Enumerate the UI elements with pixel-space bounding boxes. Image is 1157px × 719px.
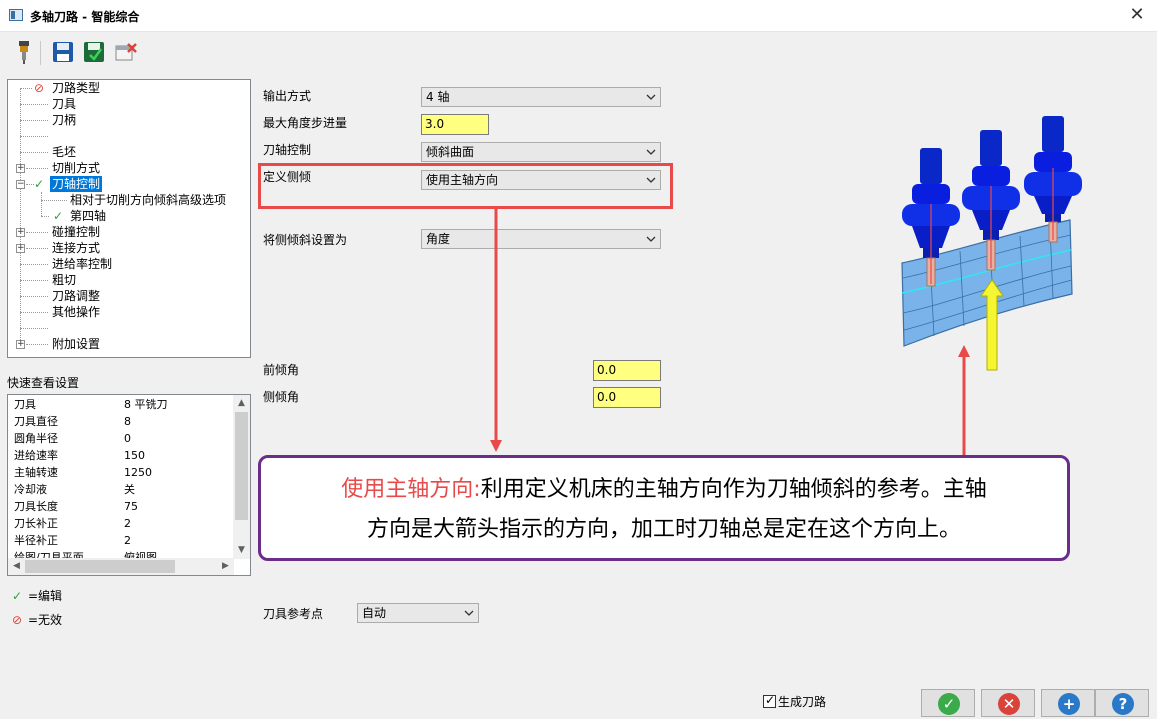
- help-button[interactable]: ?: [1095, 689, 1149, 717]
- generate-toolpath-label: 生成刀路: [778, 695, 827, 709]
- callout-line-1: 使用主轴方向:利用定义机床的主轴方向作为刀轴倾斜的参考。主轴: [261, 470, 1067, 510]
- ok-button[interactable]: ✓: [921, 689, 975, 717]
- callout-highlight: 使用主轴方向:: [341, 477, 481, 502]
- checkbox-icon[interactable]: [763, 693, 776, 708]
- x-icon: ✕: [998, 693, 1020, 715]
- callout-text: 利用定义机床的主轴方向作为刀轴倾斜的参考。主轴: [480, 477, 987, 502]
- check-icon: ✓: [938, 693, 960, 715]
- add-button[interactable]: +: [1041, 689, 1095, 717]
- plus-icon: +: [1058, 693, 1080, 715]
- spindle-tilt-illustration: [901, 116, 1082, 371]
- cancel-button[interactable]: ✕: [981, 689, 1035, 717]
- generate-toolpath-checkbox[interactable]: 生成刀路: [763, 693, 826, 710]
- explanation-callout: 使用主轴方向:利用定义机床的主轴方向作为刀轴倾斜的参考。主轴 方向是大箭头指示的…: [258, 455, 1070, 561]
- down-arrow-head: [490, 440, 502, 452]
- callout-line-2: 方向是大箭头指示的方向，加工时刀轴总是定在这个方向上。: [366, 517, 961, 542]
- question-icon: ?: [1112, 693, 1134, 715]
